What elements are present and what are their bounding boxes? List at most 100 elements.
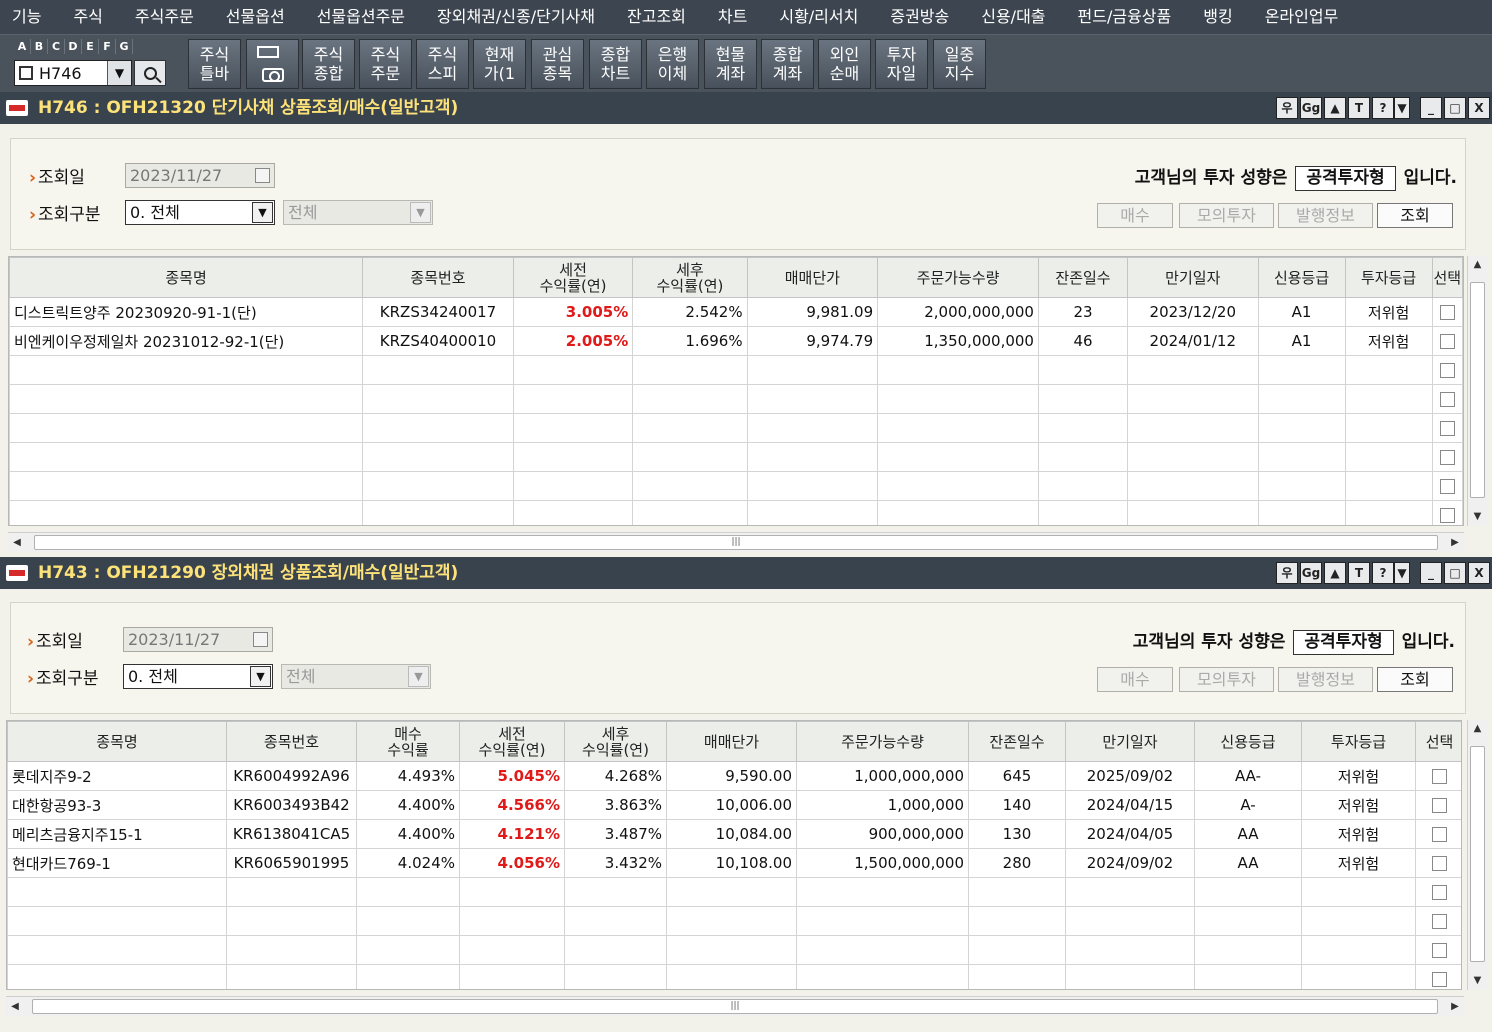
select-cell[interactable] bbox=[1431, 471, 1463, 501]
column-header-2[interactable]: 매수 수익률 bbox=[356, 721, 460, 762]
menu-item-5[interactable]: 장외채권/신종/단기사채 bbox=[421, 0, 611, 34]
scroll-right-icon[interactable]: ▶ bbox=[1446, 997, 1464, 1016]
select-cell[interactable] bbox=[1415, 790, 1461, 820]
select-checkbox[interactable] bbox=[1432, 943, 1447, 958]
table-row[interactable]: 롯데지주9-2 KR6004992A96 4.493% 5.045% 4.268% 9,5… bbox=[7, 761, 1461, 791]
column-header-6[interactable]: 주문가능수량 bbox=[796, 721, 969, 762]
column-header-5[interactable]: 매매단가 bbox=[666, 721, 797, 762]
menu-item-2[interactable]: 주식주문 bbox=[119, 0, 210, 34]
menu-item-0[interactable]: 기능 bbox=[0, 0, 57, 34]
query-type-select[interactable]: 0. 전체 ▼ bbox=[125, 200, 275, 225]
table-row[interactable] bbox=[9, 384, 1463, 414]
select-cell[interactable] bbox=[1431, 355, 1463, 385]
print-icon[interactable]: ▲ bbox=[1324, 97, 1346, 119]
toolbar-button-12[interactable]: 일중 지수 bbox=[933, 39, 986, 89]
column-header-7[interactable]: 잔존일수 bbox=[968, 721, 1066, 762]
mock-invest-button[interactable]: 모의투자 bbox=[1179, 203, 1274, 228]
select-cell[interactable] bbox=[1431, 413, 1463, 443]
screen-group-g[interactable]: G bbox=[116, 39, 133, 54]
help-icon[interactable]: ? bbox=[1372, 562, 1394, 584]
column-header-1[interactable]: 종목번호 bbox=[226, 721, 357, 762]
select-cell[interactable] bbox=[1415, 964, 1461, 989]
toolbar-button-10[interactable]: 외인 순매 bbox=[818, 39, 871, 89]
chevron-down-icon[interactable]: ▼ bbox=[250, 666, 271, 687]
column-header-1[interactable]: 종목번호 bbox=[362, 257, 514, 298]
pin-icon[interactable]: 우 bbox=[1276, 562, 1298, 584]
screen-code-box[interactable]: H746 ▼ bbox=[14, 60, 132, 86]
select-checkbox[interactable] bbox=[1439, 450, 1455, 465]
screen-group-a[interactable]: A bbox=[14, 39, 31, 54]
scroll-right-icon[interactable]: ▶ bbox=[1446, 533, 1464, 552]
select-cell[interactable] bbox=[1415, 848, 1461, 878]
minimize-icon[interactable]: _ bbox=[1420, 97, 1442, 119]
screen-group-d[interactable]: D bbox=[65, 39, 82, 54]
select-cell[interactable] bbox=[1415, 877, 1461, 907]
grid-horizontal-scrollbar[interactable]: ◀ ||| ▶ bbox=[6, 996, 1464, 1016]
select-checkbox[interactable] bbox=[1432, 885, 1447, 900]
table-row[interactable] bbox=[9, 413, 1463, 443]
table-row[interactable] bbox=[7, 935, 1461, 965]
toolbar-button-4[interactable]: 현재 가(1 bbox=[473, 39, 526, 89]
column-header-0[interactable]: 종목명 bbox=[7, 721, 227, 762]
scroll-left-icon[interactable]: ◀ bbox=[8, 533, 26, 552]
toolbar-button-0[interactable]: 주식 틀바 bbox=[188, 39, 241, 89]
toolbar-button-9[interactable]: 종합 계좌 bbox=[761, 39, 814, 89]
toolbar-button-11[interactable]: 투자 자일 bbox=[875, 39, 928, 89]
select-checkbox[interactable] bbox=[1432, 972, 1447, 987]
toolbar-button-3[interactable]: 주식 스피 bbox=[416, 39, 469, 89]
menu-item-1[interactable]: 주식 bbox=[57, 0, 118, 34]
column-header-0[interactable]: 종목명 bbox=[9, 257, 364, 298]
select-cell[interactable] bbox=[1431, 297, 1463, 327]
table-row[interactable] bbox=[9, 471, 1463, 501]
select-checkbox[interactable] bbox=[1439, 479, 1455, 494]
screen-group-f[interactable]: F bbox=[99, 39, 116, 54]
grid-horizontal-scrollbar[interactable]: ◀ ||| ▶ bbox=[8, 532, 1464, 552]
menu-item-13[interactable]: 온라인업무 bbox=[1249, 0, 1355, 34]
maximize-icon[interactable]: □ bbox=[1444, 562, 1466, 584]
select-checkbox[interactable] bbox=[1439, 392, 1455, 407]
query-type-select[interactable]: 0. 전체 ▼ bbox=[123, 664, 273, 689]
group-icon[interactable]: Gg bbox=[1300, 562, 1322, 584]
column-header-7[interactable]: 만기일자 bbox=[1127, 257, 1259, 298]
menu-item-11[interactable]: 펀드/금융상품 bbox=[1062, 0, 1188, 34]
select-checkbox[interactable] bbox=[1432, 914, 1447, 929]
scroll-up-icon[interactable]: ▲ bbox=[1468, 720, 1487, 738]
scroll-up-icon[interactable]: ▲ bbox=[1468, 256, 1487, 274]
column-header-3[interactable]: 세후 수익률(연) bbox=[632, 257, 748, 298]
column-header-4[interactable]: 세후 수익률(연) bbox=[564, 721, 667, 762]
grid-vertical-scrollbar[interactable]: ▲ ▼ bbox=[1467, 720, 1487, 990]
select-checkbox[interactable] bbox=[1439, 508, 1455, 523]
table-row[interactable]: 메리츠금융지주15-1 KR6138041CA5 4.400% 4.121% 3.487… bbox=[7, 819, 1461, 849]
table-row[interactable]: 비엔케이우정제일차 20231012-92-1(단) KRZS40400010 2.… bbox=[9, 326, 1463, 356]
menu-item-9[interactable]: 증권방송 bbox=[874, 0, 965, 34]
screen-group-c[interactable]: C bbox=[48, 39, 65, 54]
scroll-thumb[interactable]: ||| bbox=[32, 999, 1438, 1014]
select-checkbox[interactable] bbox=[1439, 334, 1455, 349]
mock-invest-button[interactable]: 모의투자 bbox=[1179, 667, 1274, 692]
scroll-down-icon[interactable]: ▼ bbox=[1468, 508, 1487, 526]
select-cell[interactable] bbox=[1431, 326, 1463, 356]
column-header-10[interactable]: 투자등급 bbox=[1301, 721, 1416, 762]
select-cell[interactable] bbox=[1415, 761, 1461, 791]
select-cell[interactable] bbox=[1415, 906, 1461, 936]
select-checkbox[interactable] bbox=[1432, 827, 1447, 842]
column-header-9[interactable]: 투자등급 bbox=[1344, 257, 1433, 298]
select-cell[interactable] bbox=[1431, 500, 1463, 525]
select-checkbox[interactable] bbox=[1439, 421, 1455, 436]
close-icon[interactable]: X bbox=[1468, 562, 1490, 584]
table-row[interactable] bbox=[9, 500, 1463, 525]
column-header-10[interactable]: 선택 bbox=[1431, 257, 1463, 298]
column-header-8[interactable]: 신용등급 bbox=[1257, 257, 1346, 298]
maximize-icon[interactable]: □ bbox=[1444, 97, 1466, 119]
chevron-down-icon[interactable]: ▼ bbox=[107, 61, 131, 85]
column-header-8[interactable]: 만기일자 bbox=[1065, 721, 1195, 762]
column-header-4[interactable]: 매매단가 bbox=[746, 257, 879, 298]
column-header-9[interactable]: 신용등급 bbox=[1194, 721, 1302, 762]
table-row[interactable]: 디스트릭트양주 20230920-91-1(단) KRZS34240017 3.00… bbox=[9, 297, 1463, 327]
table-row[interactable] bbox=[7, 906, 1461, 936]
scroll-left-icon[interactable]: ◀ bbox=[6, 997, 24, 1016]
scroll-thumb[interactable] bbox=[1470, 746, 1485, 962]
grid-vertical-scrollbar[interactable]: ▲ ▼ bbox=[1467, 256, 1487, 526]
print-icon[interactable]: ▲ bbox=[1324, 562, 1346, 584]
select-checkbox[interactable] bbox=[1432, 798, 1447, 813]
